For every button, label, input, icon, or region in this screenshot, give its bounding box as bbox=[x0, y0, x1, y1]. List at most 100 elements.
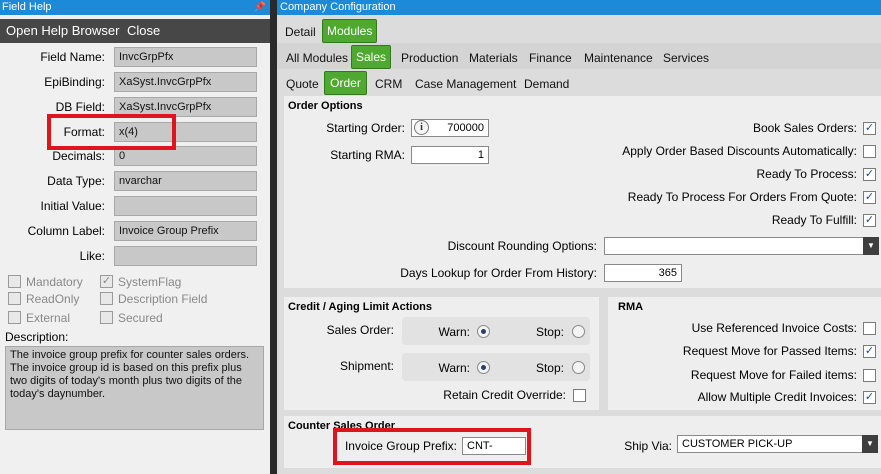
description-field-flag: Description Field bbox=[100, 291, 207, 307]
external-checkbox bbox=[8, 311, 21, 325]
tab-materials[interactable]: Materials bbox=[467, 48, 520, 68]
description-field-flag-label: Description Field bbox=[118, 292, 208, 306]
field-help-titlebar: Field Help 📌 bbox=[0, 0, 270, 15]
allow-multiple-credit-checkbox[interactable]: ✓ bbox=[863, 391, 876, 404]
tab-services[interactable]: Services bbox=[661, 48, 711, 68]
systemflag-flag-label: SystemFlag bbox=[118, 275, 182, 289]
order-options-title: Order Options bbox=[288, 100, 363, 112]
use-ref-invoice-costs-checkbox[interactable] bbox=[863, 322, 876, 335]
use-ref-invoice-costs-label: Use Referenced Invoice Costs: bbox=[691, 321, 857, 335]
ship-via-label: Ship Via: bbox=[624, 439, 672, 453]
format-label: Format: bbox=[63, 125, 105, 139]
shipment-stop-radio[interactable] bbox=[572, 361, 585, 374]
starting-rma-input[interactable]: 1 bbox=[411, 146, 489, 164]
ready-to-process-checkbox[interactable]: ✓ bbox=[863, 168, 876, 181]
field-name-value: InvcGrpPfx bbox=[114, 47, 257, 67]
systemflag-checkbox: ✓ bbox=[100, 275, 113, 289]
request-move-failed-checkbox[interactable] bbox=[863, 369, 876, 382]
invoice-group-prefix-label: Invoice Group Prefix: bbox=[344, 439, 457, 453]
tab-detail[interactable]: Detail bbox=[283, 22, 318, 42]
initial-value-label: Initial Value: bbox=[40, 199, 105, 213]
shipment-warn-radio[interactable] bbox=[477, 361, 490, 374]
open-help-browser-button[interactable]: Open Help Browser bbox=[6, 19, 119, 43]
mandatory-flag-label: Mandatory bbox=[26, 275, 83, 289]
shipment-action-group: Warn: Stop: bbox=[402, 353, 590, 381]
sales-order-warn-label: Warn: bbox=[438, 325, 470, 339]
counter-sales-order-title: Counter Sales Order bbox=[288, 420, 395, 432]
field-help-toolbar: Open Help Browser Close bbox=[0, 19, 270, 43]
ship-via-select[interactable]: CUSTOMER PICK-UP bbox=[677, 435, 864, 453]
mandatory-flag: Mandatory bbox=[8, 274, 83, 290]
days-lookup-input[interactable]: 365 bbox=[604, 264, 682, 282]
ready-to-process-quote-checkbox[interactable]: ✓ bbox=[863, 191, 876, 204]
description-field-checkbox bbox=[100, 292, 113, 306]
request-move-passed-label: Request Move for Passed Items: bbox=[682, 344, 857, 358]
pin-icon[interactable]: 📌 bbox=[254, 0, 266, 15]
like-label: Like: bbox=[79, 249, 105, 263]
company-config-titlebar: Company Configuration bbox=[277, 0, 881, 15]
sales-order-stop-label: Stop: bbox=[535, 325, 564, 339]
data-type-label: Data Type: bbox=[47, 174, 105, 188]
days-lookup-label: Days Lookup for Order From History: bbox=[400, 266, 597, 280]
mandatory-checkbox bbox=[8, 275, 21, 289]
ready-to-process-quote-label: Ready To Process For Orders From Quote: bbox=[627, 190, 857, 204]
like-value bbox=[114, 246, 257, 266]
sales-order-warn-radio[interactable] bbox=[477, 325, 490, 338]
secured-flag-label: Secured bbox=[118, 311, 163, 325]
readonly-flag: ReadOnly bbox=[8, 291, 79, 307]
tab-modules[interactable]: Modules bbox=[322, 19, 377, 43]
starting-rma-label: Starting RMA: bbox=[330, 148, 405, 162]
request-move-passed-checkbox[interactable]: ✓ bbox=[863, 345, 876, 358]
pane-separator[interactable] bbox=[270, 0, 277, 474]
external-flag-label: External bbox=[26, 311, 71, 325]
request-move-failed-label: Request Move for Failed items: bbox=[690, 368, 857, 382]
book-sales-orders-checkbox[interactable]: ✓ bbox=[863, 122, 876, 135]
retain-credit-override-checkbox[interactable] bbox=[573, 389, 586, 402]
book-sales-orders-label: Book Sales Orders: bbox=[752, 121, 857, 135]
secured-flag: Secured bbox=[100, 310, 163, 326]
tab-production[interactable]: Production bbox=[399, 48, 460, 68]
credit-aging-title: Credit / Aging Limit Actions bbox=[288, 301, 433, 313]
tab-all-modules[interactable]: All Modules bbox=[284, 48, 350, 68]
company-configuration-pane: Company Configuration Detail Modules All… bbox=[277, 0, 881, 474]
order-options-panel: Order Options Starting Order: 700000 i S… bbox=[284, 96, 881, 288]
starting-order-label: Starting Order: bbox=[326, 121, 405, 135]
field-help-pane: Field Help 📌 Open Help Browser Close Fie… bbox=[0, 0, 270, 474]
discount-rounding-dropdown-icon[interactable]: ▼ bbox=[863, 237, 879, 255]
sales-order-credit-label: Sales Order: bbox=[326, 323, 394, 337]
sales-order-stop-radio[interactable] bbox=[572, 325, 585, 338]
discount-rounding-label: Discount Rounding Options: bbox=[447, 239, 597, 253]
credit-aging-panel: Credit / Aging Limit Actions Sales Order… bbox=[284, 297, 599, 410]
apply-order-discounts-checkbox[interactable] bbox=[863, 145, 876, 158]
data-type-value: nvarchar bbox=[114, 171, 257, 191]
tab-case-management[interactable]: Case Management bbox=[413, 74, 518, 94]
epibinding-value: XaSyst.InvcGrpPfx bbox=[114, 72, 257, 92]
info-icon[interactable]: i bbox=[414, 120, 429, 135]
secured-checkbox bbox=[100, 311, 113, 325]
ready-to-fulfill-checkbox[interactable]: ✓ bbox=[863, 214, 876, 227]
description-label: Description: bbox=[5, 330, 69, 344]
description-text: The invoice group prefix for counter sal… bbox=[5, 346, 264, 430]
decimals-label: Decimals: bbox=[52, 149, 105, 163]
tab-finance[interactable]: Finance bbox=[527, 48, 574, 68]
tab-quote[interactable]: Quote bbox=[284, 74, 321, 94]
tab-maintenance[interactable]: Maintenance bbox=[582, 48, 655, 68]
decimals-value: 0 bbox=[114, 146, 257, 166]
ship-via-dropdown-icon[interactable]: ▼ bbox=[862, 435, 878, 453]
tab-demand[interactable]: Demand bbox=[522, 74, 571, 94]
close-help-button[interactable]: Close bbox=[127, 19, 160, 43]
retain-credit-override-label: Retain Credit Override: bbox=[443, 388, 566, 402]
tab-sales[interactable]: Sales bbox=[351, 45, 391, 69]
shipment-warn-label: Warn: bbox=[438, 361, 470, 375]
tab-order[interactable]: Order bbox=[324, 71, 367, 95]
systemflag-flag: ✓ SystemFlag bbox=[100, 274, 181, 290]
invoice-group-prefix-input[interactable]: CNT- bbox=[462, 437, 526, 455]
readonly-flag-label: ReadOnly bbox=[26, 292, 80, 306]
ready-to-fulfill-label: Ready To Fulfill: bbox=[771, 213, 857, 227]
ready-to-process-label: Ready To Process: bbox=[756, 167, 858, 181]
column-label-value: Invoice Group Prefix bbox=[114, 221, 257, 241]
apply-order-discounts-label: Apply Order Based Discounts Automaticall… bbox=[622, 144, 857, 158]
tab-crm[interactable]: CRM bbox=[373, 74, 404, 94]
discount-rounding-select[interactable] bbox=[604, 237, 864, 255]
rma-title: RMA bbox=[618, 301, 644, 313]
